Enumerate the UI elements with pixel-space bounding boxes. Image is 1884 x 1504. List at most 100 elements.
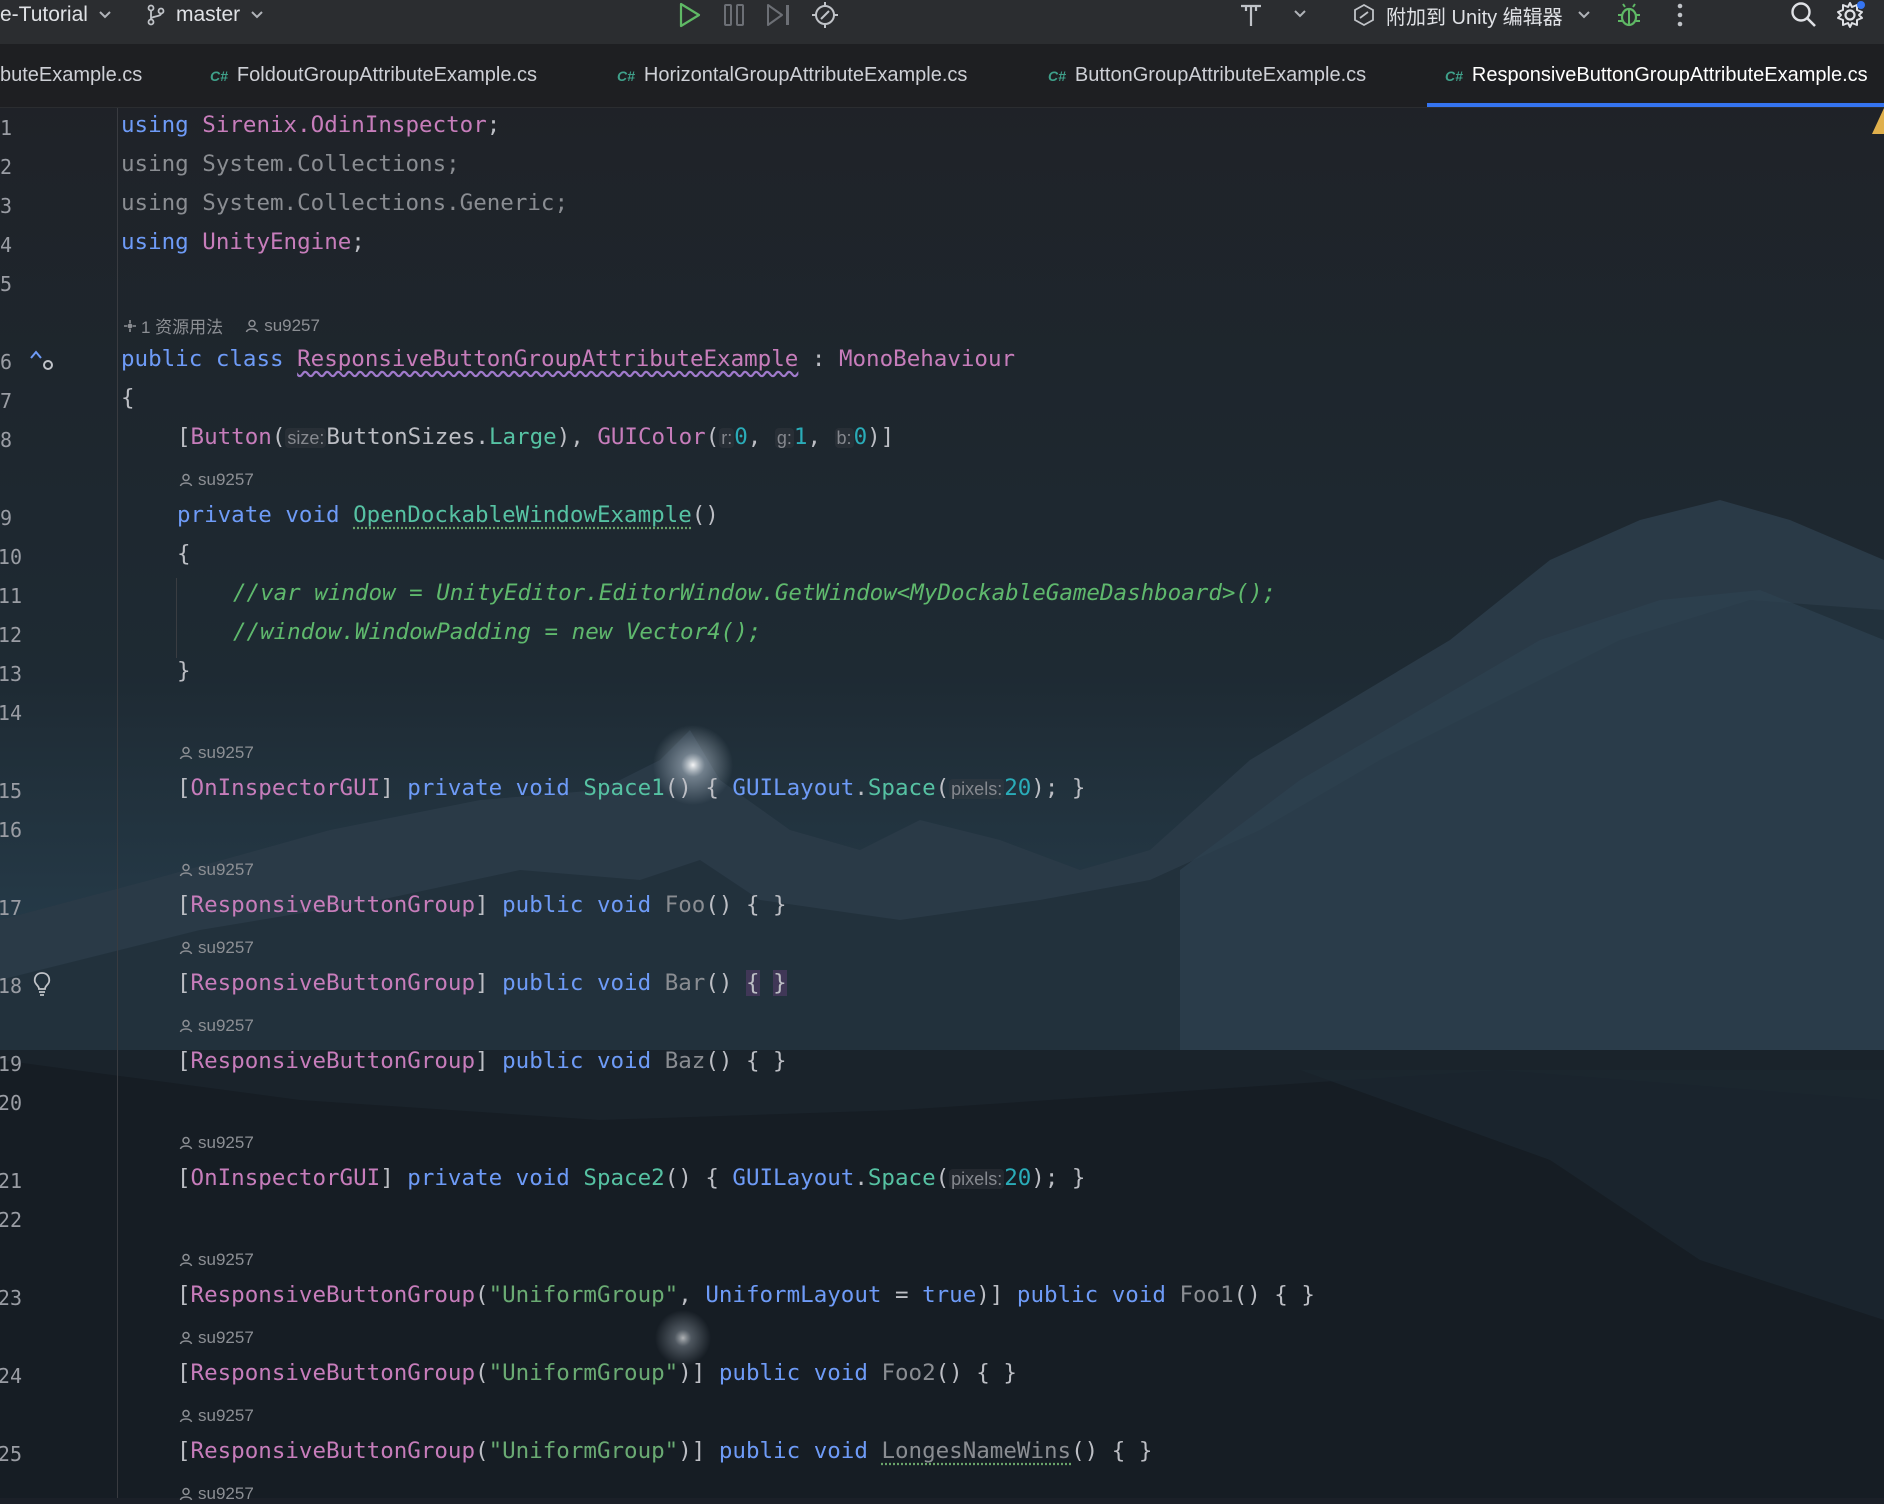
- branch-switcher[interactable]: master: [146, 0, 264, 30]
- method-name[interactable]: Foo: [665, 892, 706, 918]
- keyword: void: [596, 892, 652, 918]
- tab-button-group[interactable]: C# ButtonGroupAttributeExample.cs: [1048, 44, 1366, 107]
- line-number: 12: [0, 623, 22, 647]
- author-icon: [179, 941, 193, 955]
- code-vision-hint[interactable]: 1 资源用法 su9257: [123, 313, 320, 338]
- search-icon[interactable]: [1789, 0, 1817, 28]
- settings-gear-icon[interactable]: [1835, 0, 1865, 30]
- attach-label: 附加到 Unity 编辑器: [1386, 6, 1563, 29]
- namespace: Sirenix.OdinInspector: [202, 112, 487, 138]
- method-name[interactable]: Baz: [665, 1048, 706, 1074]
- code-vision-hint[interactable]: su9257: [179, 1484, 254, 1504]
- number: 20: [1004, 775, 1032, 801]
- tab-attribute-example[interactable]: buteExample.cs: [0, 44, 142, 107]
- code-vision-hint[interactable]: su9257: [179, 1406, 254, 1426]
- build-hammer-icon[interactable]: [1238, 2, 1264, 28]
- code-vision-hint[interactable]: su9257: [179, 860, 254, 880]
- pause-icon[interactable]: [722, 2, 746, 28]
- code-line: [ResponsiveButtonGroup("UniformGroup")] …: [177, 1360, 1017, 1386]
- method-name[interactable]: LongesNameWins: [881, 1438, 1071, 1464]
- method-name[interactable]: Foo2: [881, 1360, 935, 1386]
- keyword: using: [121, 229, 189, 255]
- tab-label: FoldoutGroupAttributeExample.cs: [236, 64, 538, 86]
- tab-label: ResponsiveButtonGroupAttributeExample.cs: [1471, 64, 1868, 86]
- method-name[interactable]: Space2: [583, 1165, 664, 1191]
- author-label: su9257: [198, 1484, 254, 1503]
- code-line: [ResponsiveButtonGroup("UniformGroup")] …: [177, 1438, 1153, 1464]
- keyword: public: [121, 346, 203, 372]
- keyword: void: [515, 775, 570, 801]
- author-label: su9257: [198, 1250, 254, 1269]
- debug-bug-icon[interactable]: [1615, 1, 1643, 29]
- number: 20: [1004, 1165, 1032, 1191]
- code-vision-hint[interactable]: su9257: [179, 1328, 254, 1348]
- code-vision-hint[interactable]: su9257: [179, 743, 254, 763]
- author-icon: [179, 1331, 193, 1345]
- attach-to-unity-dropdown[interactable]: 附加到 Unity 编辑器: [1352, 0, 1591, 30]
- author-label: su9257: [198, 743, 254, 762]
- author-icon: [179, 1253, 193, 1267]
- method-name[interactable]: Bar: [665, 970, 706, 996]
- code-line: {: [121, 385, 135, 411]
- tab-label: ButtonGroupAttributeExample.cs: [1074, 64, 1367, 86]
- tab-responsive-button-group[interactable]: C# ResponsiveButtonGroupAttributeExample…: [1427, 44, 1884, 107]
- class-name[interactable]: ResponsiveButtonGroupAttributeExample: [297, 346, 798, 372]
- author-label: su9257: [198, 1016, 254, 1035]
- code-vision-hint[interactable]: su9257: [179, 938, 254, 958]
- code-line: //var window = UnityEditor.EditorWindow.…: [233, 580, 1276, 606]
- method-name[interactable]: Foo1: [1179, 1282, 1233, 1308]
- branch-name: master: [176, 3, 241, 26]
- chevron-down-icon: [1577, 11, 1590, 19]
- attribute: ResponsiveButtonGroup: [190, 1360, 476, 1386]
- author-label: su9257: [198, 470, 254, 489]
- author-icon: [245, 319, 259, 332]
- string: "UniformGroup": [488, 1282, 679, 1308]
- code-line: [ResponsiveButtonGroup] public void Baz(…: [177, 1048, 787, 1074]
- lightbulb-icon[interactable]: [30, 970, 54, 998]
- line-number: 11: [0, 584, 22, 608]
- keyword: public: [502, 1048, 584, 1074]
- keyword: private: [177, 502, 272, 528]
- project-switcher[interactable]: e-Tutorial: [0, 0, 112, 30]
- line-number: 17: [0, 896, 22, 920]
- code-line: using System.Collections.Generic;: [121, 190, 568, 216]
- author-icon: [179, 1487, 193, 1501]
- author-label: su9257: [198, 1406, 254, 1425]
- code-line: //window.WindowPadding = new Vector4();: [233, 619, 761, 645]
- code-vision-hint[interactable]: su9257: [179, 470, 254, 490]
- unity-attach-debug-icon[interactable]: [810, 0, 840, 30]
- base-class[interactable]: MonoBehaviour: [839, 346, 1015, 372]
- code-vision-hint[interactable]: su9257: [179, 1250, 254, 1270]
- tab-label: HorizontalGroupAttributeExample.cs: [643, 64, 968, 86]
- code-vision-hint[interactable]: su9257: [179, 1016, 254, 1036]
- author-icon: [179, 746, 193, 760]
- tab-foldout-group[interactable]: C# FoldoutGroupAttributeExample.cs: [210, 44, 537, 107]
- code-editor[interactable]: 1 2 3 4 5 6 7 8 9 10 11 12 13 14 15 16 1…: [0, 108, 1884, 1503]
- run-icon[interactable]: [676, 2, 702, 28]
- punctuation: }: [177, 658, 191, 684]
- implemented-override-icon[interactable]: [28, 348, 56, 374]
- number: 0: [734, 424, 748, 450]
- chevron-down-icon[interactable]: [1293, 9, 1307, 19]
- type: ButtonSizes: [326, 424, 476, 450]
- line-number: 19: [0, 1052, 22, 1076]
- active-tab-indicator: [1427, 103, 1884, 107]
- parameter-hint: g:: [774, 428, 794, 448]
- tab-horizontal-group[interactable]: C# HorizontalGroupAttributeExample.cs: [617, 44, 967, 107]
- line-number: 16: [0, 818, 22, 842]
- usages-icon: [124, 319, 136, 332]
- punctuation: ;: [351, 229, 365, 255]
- step-icon[interactable]: [765, 2, 793, 28]
- code-vision-hint[interactable]: su9257: [179, 1133, 254, 1153]
- git-branch-icon: [147, 4, 165, 26]
- attribute: ResponsiveButtonGroup: [190, 1282, 476, 1308]
- method-name[interactable]: Space1: [583, 775, 664, 801]
- keyword: public: [718, 1438, 801, 1464]
- method-name[interactable]: OpenDockableWindowExample: [353, 502, 692, 528]
- punctuation: {: [177, 541, 191, 567]
- keyword: using: [121, 151, 189, 177]
- more-vertical-icon[interactable]: [1672, 2, 1688, 28]
- indent-guide: [176, 578, 177, 658]
- attribute: ResponsiveButtonGroup: [190, 892, 476, 918]
- line-number: 24: [0, 1364, 22, 1388]
